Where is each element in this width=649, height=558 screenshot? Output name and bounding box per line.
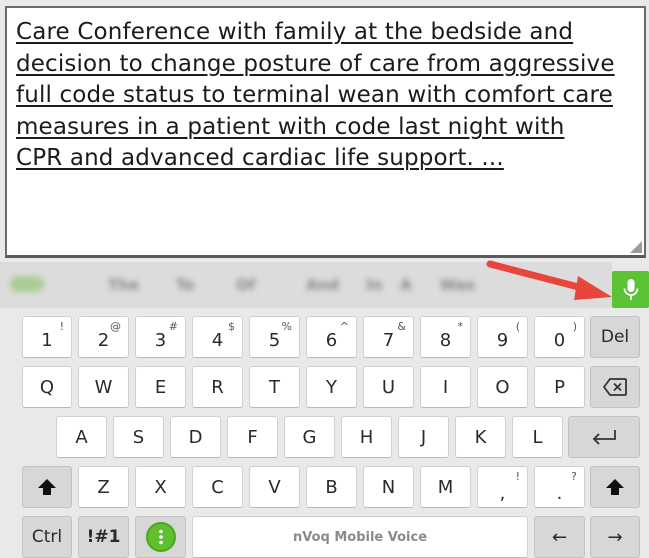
shift-icon — [606, 479, 624, 495]
key-y[interactable]: Y — [306, 366, 357, 408]
key-7[interactable]: & 7 — [363, 316, 414, 358]
more-vertical-icon — [145, 522, 176, 552]
dictated-text: Care Conference with family at the bedsi… — [16, 19, 615, 171]
key-3[interactable]: #3 — [135, 316, 186, 358]
ctrl-key[interactable]: Ctrl — [22, 516, 72, 558]
suggestion-word[interactable]: To — [176, 276, 195, 294]
key-i[interactable]: I — [420, 366, 471, 408]
shift-icon — [38, 479, 56, 495]
key-p[interactable]: P — [534, 366, 585, 408]
key-v[interactable]: V — [249, 466, 300, 508]
arrow-left-icon: ← — [551, 526, 568, 548]
key-k[interactable]: K — [455, 416, 506, 458]
suggestion-word[interactable]: Was — [440, 276, 475, 294]
key-8[interactable]: * 8 — [420, 316, 471, 358]
key-l[interactable]: L — [512, 416, 563, 458]
key-2[interactable]: @2 — [78, 316, 129, 358]
shift-key-right[interactable] — [590, 466, 640, 508]
key-u[interactable]: U — [363, 366, 414, 408]
key-9[interactable]: (9 — [477, 316, 528, 358]
enter-icon — [592, 430, 616, 445]
cursor-right-key[interactable]: → — [590, 516, 640, 558]
resize-grip-icon[interactable] — [630, 241, 642, 253]
key-period[interactable]: ?. — [534, 466, 585, 508]
voice-menu-key[interactable] — [135, 516, 186, 558]
key-j[interactable]: J — [398, 416, 449, 458]
key-comma[interactable]: !, — [477, 466, 528, 508]
suggestion-word[interactable]: Of — [236, 276, 255, 294]
key-h[interactable]: H — [341, 416, 392, 458]
suggestion-word[interactable]: In — [366, 276, 382, 294]
key-x[interactable]: X — [135, 466, 186, 508]
key-r[interactable]: R — [192, 366, 243, 408]
key-4[interactable]: $4 — [192, 316, 243, 358]
suggestion-word[interactable]: The — [108, 276, 139, 294]
key-c[interactable]: C — [192, 466, 243, 508]
key-0[interactable]: ) 0 — [534, 316, 585, 358]
backspace-key[interactable] — [590, 366, 640, 408]
backspace-icon — [603, 378, 627, 396]
dictation-text-area[interactable]: Care Conference with family at the bedsi… — [5, 6, 646, 258]
key-o[interactable]: O — [477, 366, 528, 408]
key-g[interactable]: G — [284, 416, 335, 458]
key-s[interactable]: S — [113, 416, 164, 458]
key-z[interactable]: Z — [78, 466, 129, 508]
key-t[interactable]: T — [249, 366, 300, 408]
suggestion-word[interactable]: A — [400, 276, 412, 294]
shift-key-left[interactable] — [22, 466, 72, 508]
delete-key[interactable]: Del — [590, 316, 640, 358]
suggestion-app-icon — [10, 276, 44, 292]
key-w[interactable]: W — [78, 366, 129, 408]
arrow-right-icon: → — [607, 526, 623, 548]
space-bar[interactable]: nVoq Mobile Voice — [192, 516, 528, 558]
key-1[interactable]: ! 1 — [22, 316, 72, 358]
symbols-key[interactable]: !#1 — [78, 516, 129, 558]
callout-arrow-icon — [486, 260, 612, 300]
key-b[interactable]: B — [306, 466, 357, 508]
microphone-button[interactable] — [612, 271, 649, 308]
enter-key[interactable] — [568, 416, 640, 458]
key-f[interactable]: F — [227, 416, 278, 458]
key-6[interactable]: ^ 6 — [306, 316, 357, 358]
suggestion-word[interactable]: And — [306, 276, 339, 294]
cursor-left-key[interactable]: ← — [534, 516, 585, 558]
key-n[interactable]: N — [363, 466, 414, 508]
key-q[interactable]: Q — [22, 366, 72, 408]
key-m[interactable]: M — [420, 466, 471, 508]
soft-keyboard: ! 1 @2 #3 $4 % 5 ^ 6 & 7 * 8 (9 ) 0 Del Q W E … — [0, 310, 649, 558]
key-5[interactable]: % 5 — [249, 316, 300, 358]
microphone-icon — [623, 278, 638, 300]
key-e[interactable]: E — [135, 366, 186, 408]
key-d[interactable]: D — [170, 416, 221, 458]
key-a[interactable]: A — [56, 416, 107, 458]
